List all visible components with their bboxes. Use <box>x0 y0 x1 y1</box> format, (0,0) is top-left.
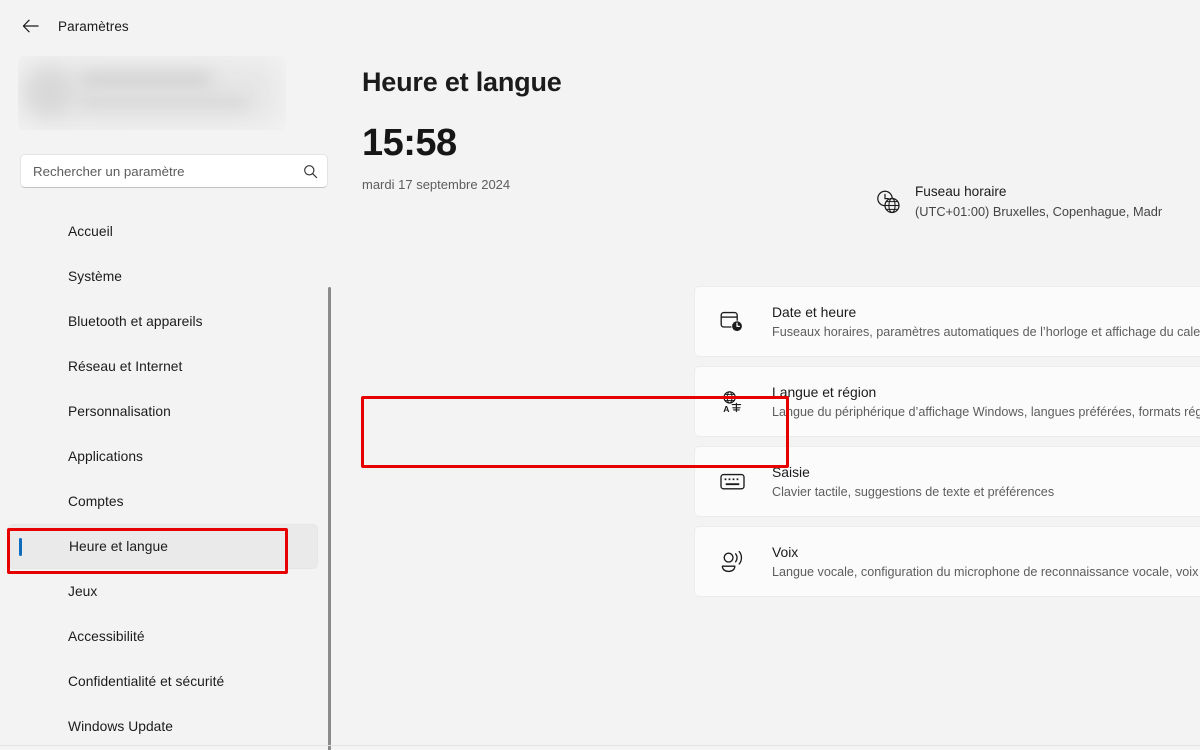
selection-indicator <box>19 537 22 556</box>
search-input[interactable] <box>33 163 303 179</box>
sidebar-scrollbar[interactable] <box>328 287 331 750</box>
keyboard-icon <box>717 472 747 491</box>
clock-block: 15:58 mardi 17 septembre 2024 <box>362 124 510 192</box>
settings-card-voix[interactable]: Voix Langue vocale, configuration du mic… <box>694 526 1200 597</box>
sidebar-item-label: Jeux <box>68 584 98 599</box>
sidebar-item-label: Bluetooth et appareils <box>68 314 203 329</box>
sidebar-item-label: Applications <box>68 449 143 464</box>
main-content: Heure et langue 15:58 mardi 17 septembre… <box>332 52 1200 750</box>
sidebar-nav: Accueil Système Bluetooth et appareils R… <box>0 209 332 750</box>
timezone-value: (UTC+01:00) Bruxelles, Copenhague, Madr <box>915 204 1163 220</box>
sidebar-item-accueil[interactable]: Accueil <box>8 209 318 254</box>
card-title: Saisie <box>772 464 810 481</box>
timezone-text: Fuseau horaire (UTC+01:00) Bruxelles, Co… <box>915 184 1162 219</box>
card-subtitle: Fuseaux horaires, paramètres automatique… <box>772 324 1200 339</box>
window-bottom-border <box>0 745 1200 746</box>
settings-card-list: Date et heure Fuseaux horaires, paramètr… <box>694 286 1200 606</box>
sidebar-item-label: Personnalisation <box>68 404 171 419</box>
settings-card-langue-et-region[interactable]: A Langue et région Langue du périphériqu… <box>694 366 1200 437</box>
sidebar-item-bluetooth-et-appareils[interactable]: Bluetooth et appareils <box>8 299 318 344</box>
sidebar-item-label: Accessibilité <box>68 629 145 644</box>
body-row: Accueil Système Bluetooth et appareils R… <box>0 52 1200 750</box>
clock-globe-icon <box>875 189 902 220</box>
card-title: Langue et région <box>772 384 877 401</box>
account-name-redacted <box>80 73 212 86</box>
card-title: Date et heure <box>772 304 857 321</box>
sidebar-item-reseau-et-internet[interactable]: Réseau et Internet <box>8 344 318 389</box>
account-card-redacted[interactable] <box>18 56 286 130</box>
language-translate-icon: A <box>717 390 747 414</box>
account-email-redacted <box>80 96 248 108</box>
calendar-clock-icon <box>717 310 747 333</box>
sidebar-item-label: Comptes <box>68 494 124 509</box>
sidebar-item-heure-et-langue[interactable]: Heure et langue <box>8 524 318 569</box>
avatar <box>26 68 74 116</box>
card-text: Date et heure Fuseaux horaires, paramètr… <box>772 304 1200 338</box>
sidebar-item-label: Système <box>68 269 123 284</box>
sidebar-item-comptes[interactable]: Comptes <box>8 479 318 524</box>
sidebar-item-systeme[interactable]: Système <box>8 254 318 299</box>
sidebar-item-label: Windows Update <box>68 719 173 734</box>
svg-text:A: A <box>723 404 729 414</box>
timezone-block: Fuseau horaire (UTC+01:00) Bruxelles, Co… <box>875 184 1200 220</box>
settings-window: Paramètres Rechercher un paramètre Accue… <box>0 0 1200 750</box>
sidebar-item-label: Heure et langue <box>69 539 168 554</box>
settings-card-saisie[interactable]: Saisie Clavier tactile, suggestions de t… <box>694 446 1200 517</box>
sidebar-item-personnalisation[interactable]: Personnalisation <box>8 389 318 434</box>
sidebar-item-label: Confidentialité et sécurité <box>68 674 225 689</box>
current-date: mardi 17 septembre 2024 <box>362 177 511 192</box>
sidebar-item-jeux[interactable]: Jeux <box>8 569 318 614</box>
sidebar-item-label: Réseau et Internet <box>68 359 183 374</box>
card-subtitle: Clavier tactile, suggestions de texte et… <box>772 484 1055 499</box>
card-subtitle: Langue du périphérique d’affichage Windo… <box>772 404 1200 419</box>
sidebar-item-label: Accueil <box>68 224 113 239</box>
card-subtitle: Langue vocale, configuration du micropho… <box>772 564 1199 579</box>
card-text: Saisie Clavier tactile, suggestions de t… <box>772 464 1054 498</box>
timezone-label: Fuseau horaire <box>915 184 1007 199</box>
card-title: Voix <box>772 544 799 561</box>
sidebar-item-confidentialite-et-securite[interactable]: Confidentialité et sécurité <box>8 659 318 704</box>
settings-card-date-et-heure[interactable]: Date et heure Fuseaux horaires, paramètr… <box>694 286 1200 357</box>
back-button[interactable] <box>13 11 47 41</box>
titlebar-title: Paramètres <box>58 18 129 34</box>
titlebar: Paramètres <box>0 0 1200 52</box>
sidebar-item-accessibilite[interactable]: Accessibilité <box>8 614 318 659</box>
arrow-left-icon <box>22 19 39 33</box>
page-title: Heure et langue <box>362 67 562 97</box>
sidebar-item-windows-update[interactable]: Windows Update <box>8 704 318 749</box>
speech-icon <box>717 550 747 574</box>
card-text: Voix Langue vocale, configuration du mic… <box>772 544 1198 578</box>
sidebar: Accueil Système Bluetooth et appareils R… <box>0 52 332 750</box>
card-text: Langue et région Langue du périphérique … <box>772 384 1200 418</box>
current-time: 15:58 <box>362 122 457 164</box>
search-icon[interactable] <box>303 164 318 179</box>
search-box[interactable] <box>20 154 328 188</box>
sidebar-item-applications[interactable]: Applications <box>8 434 318 479</box>
